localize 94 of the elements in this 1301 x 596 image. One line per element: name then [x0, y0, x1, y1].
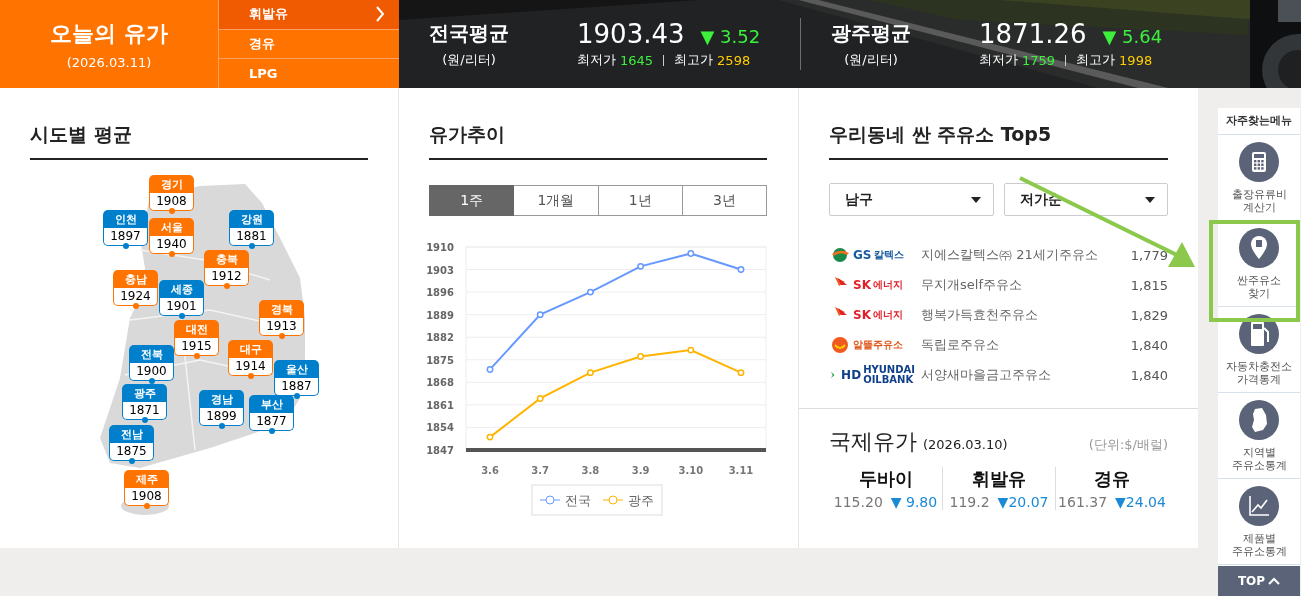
- price-value: 1871.26: [979, 19, 1087, 49]
- axis-label: 3.6: [481, 465, 499, 476]
- region-price: 1924: [113, 288, 158, 306]
- region-name: 인천: [103, 210, 148, 228]
- brand-logo: GS 칼텍스: [829, 246, 915, 264]
- max-label: 최고가: [1076, 51, 1116, 69]
- max-price: 2598: [717, 52, 751, 68]
- product-name: 휘발유: [972, 467, 1026, 491]
- price-change: ▼20.07: [997, 494, 1049, 510]
- axis-label: 1882: [427, 332, 454, 344]
- region-name: 서울: [149, 218, 194, 236]
- station-price: 1,829: [1130, 307, 1168, 323]
- price-value: 115.20: [833, 494, 883, 510]
- unit-label: (원/리터): [843, 50, 899, 69]
- region-name: 광주: [122, 384, 167, 402]
- axis-label: 1847: [427, 445, 454, 456]
- product-name: 두바이: [858, 467, 913, 491]
- min-label: 최저가: [577, 51, 616, 69]
- region-name: 울산: [274, 360, 319, 378]
- brand-logo: SK 에너지: [829, 276, 915, 294]
- axis-label: 3.9: [631, 465, 650, 476]
- region-price: 1897: [103, 228, 148, 246]
- stat-title: 광주평균: [830, 19, 912, 47]
- unit-label: (단위:$/배럴): [1088, 436, 1168, 454]
- page-title: 오늘의 유가: [50, 19, 168, 48]
- price-change: ▼24.04: [1115, 494, 1166, 510]
- axis-label: 1910: [427, 242, 454, 253]
- region-name: 전남: [109, 425, 154, 443]
- region-price: 1914: [228, 358, 273, 376]
- min-label: 최저가: [979, 51, 1018, 69]
- price-change: ▼ 5.64: [1102, 26, 1163, 47]
- price-value: 161.37: [1058, 494, 1108, 510]
- axis-label: 3.11: [728, 465, 754, 476]
- price-change: ▼ 9.80: [890, 494, 938, 510]
- region-price: 1912: [204, 268, 249, 286]
- brand-logo: 알뜰주유소: [829, 336, 915, 354]
- region-name: 충북: [204, 250, 249, 268]
- region-price: 1900: [129, 363, 174, 381]
- region-name: 세종: [159, 280, 204, 298]
- price-value: 1903.43: [577, 19, 685, 49]
- region-name: 전북: [129, 345, 174, 363]
- region-name: 경남: [199, 390, 244, 408]
- region-price: 1899: [199, 408, 244, 426]
- station-price: 1,840: [1130, 367, 1168, 383]
- station-price: 1,779: [1130, 247, 1168, 263]
- region-name: 경기: [149, 175, 194, 193]
- section-title: 우리동네 싼 주유소 Top5: [829, 88, 1168, 160]
- region-price: 1871: [122, 402, 167, 420]
- price-change: ▼ 3.52: [700, 26, 761, 47]
- region-price: 1908: [124, 488, 169, 506]
- legend-label: 광주: [628, 493, 654, 508]
- max-label: 최고가: [674, 51, 714, 69]
- region-name: 대전: [174, 320, 219, 338]
- section-title: 유가추이: [429, 88, 767, 160]
- axis-label: 1903: [427, 264, 454, 276]
- region-price: 1915: [174, 338, 219, 356]
- axis-label: 1875: [427, 354, 454, 366]
- region-name: 경북: [259, 300, 304, 318]
- brand-logo: SK 에너지: [829, 306, 915, 324]
- region-name: 제주: [124, 470, 169, 488]
- region-name: 강원: [229, 210, 274, 228]
- station-price: 1,815: [1130, 277, 1168, 293]
- product-name: 경유: [1094, 467, 1130, 491]
- region-price: 1881: [229, 228, 274, 246]
- axis-label: 3.7: [531, 465, 550, 476]
- region-price: 1877: [249, 413, 294, 431]
- region-name: 부산: [249, 395, 294, 413]
- section-title: 시도별 평균: [30, 88, 368, 160]
- stat-title: 전국평균: [428, 19, 510, 47]
- axis-label: 3.8: [581, 465, 600, 476]
- axis-label: 1854: [427, 422, 454, 434]
- section-title: 국제유가: [829, 428, 917, 456]
- price-value: 119.2: [949, 494, 990, 510]
- max-price: 1998: [1119, 52, 1153, 68]
- region-price: 1913: [259, 318, 304, 336]
- region-price: 1875: [109, 443, 154, 461]
- min-price: 1645: [620, 52, 654, 68]
- region-price: 1887: [274, 378, 319, 396]
- axis-label: 1889: [427, 309, 454, 321]
- axis-label: 3.10: [678, 465, 704, 476]
- region-price: 1901: [159, 298, 204, 316]
- region-price: 1908: [149, 193, 194, 211]
- min-price: 1759: [1022, 52, 1056, 68]
- legend-label: 전국: [565, 493, 591, 508]
- axis-label: 1861: [427, 399, 454, 411]
- axis-label: 1896: [427, 287, 454, 299]
- region-name: 대구: [228, 340, 273, 358]
- station-price: 1,840: [1130, 337, 1168, 353]
- axis-label: 1868: [427, 377, 454, 389]
- region-name: 충남: [113, 270, 158, 288]
- date-label: (2026.03.10): [923, 437, 1009, 452]
- region-price: 1940: [149, 236, 194, 254]
- date-label: (2026.03.11): [66, 54, 152, 70]
- unit-label: (원/리터): [441, 50, 497, 69]
